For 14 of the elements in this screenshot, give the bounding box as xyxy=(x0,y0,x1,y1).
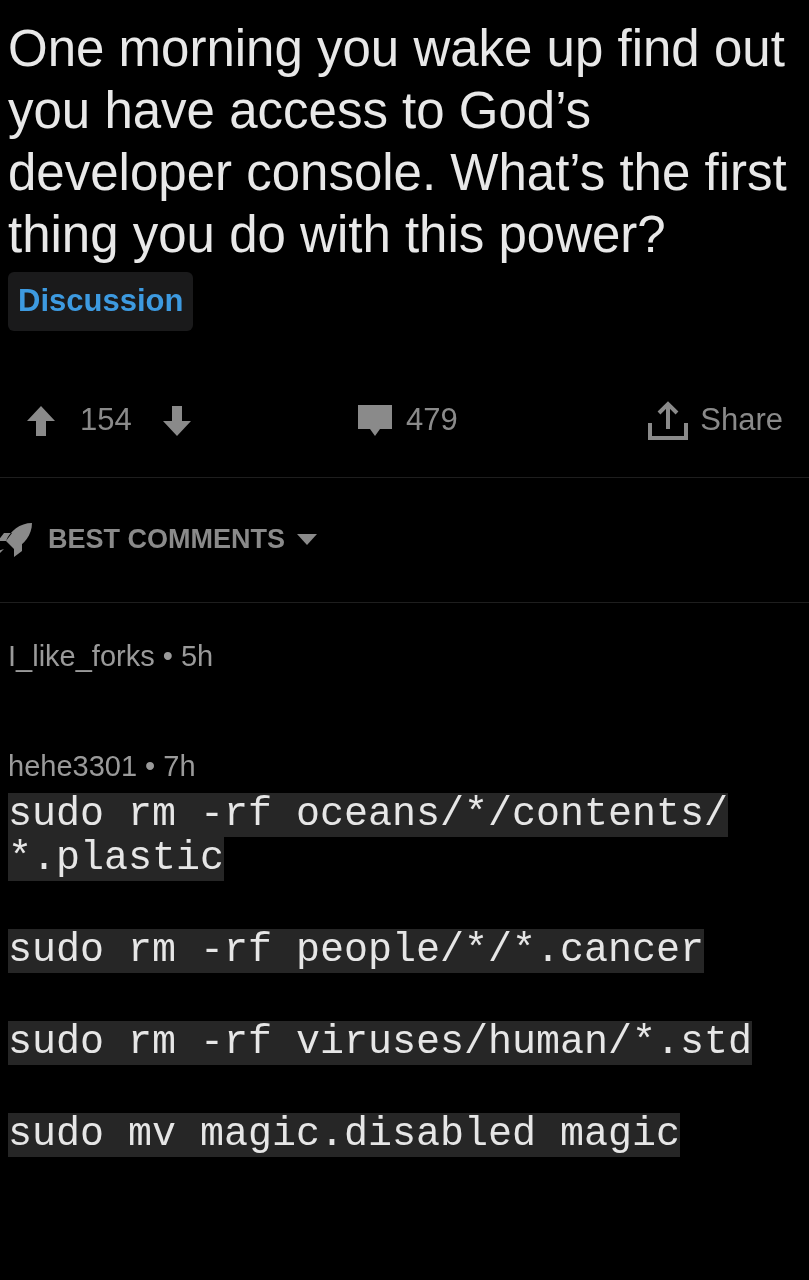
downvote-icon[interactable] xyxy=(161,404,192,437)
upvote-icon[interactable] xyxy=(26,404,56,437)
rocket-icon xyxy=(0,520,34,559)
share-button[interactable]: Share xyxy=(646,397,783,444)
caret-icon xyxy=(297,533,317,546)
comment-count: 479 xyxy=(406,401,458,440)
comment-meta: I_like_forks • 5h xyxy=(7,638,215,674)
comment-meta: hehe3301 • 7h xyxy=(7,748,197,784)
flair-tag[interactable]: Discussion xyxy=(8,272,194,331)
post-title: One morning you wake up find out you have access to God’s developer console. What’s the first thing you do with this power? xyxy=(8,19,788,265)
vote-count: 154 xyxy=(80,401,132,440)
sort-dropdown[interactable]: BEST COMMENTS xyxy=(48,519,317,560)
code-block: sudo rm -rf oceans/*/contents/ *.plastic xyxy=(8,792,801,881)
share-icon xyxy=(646,400,691,441)
